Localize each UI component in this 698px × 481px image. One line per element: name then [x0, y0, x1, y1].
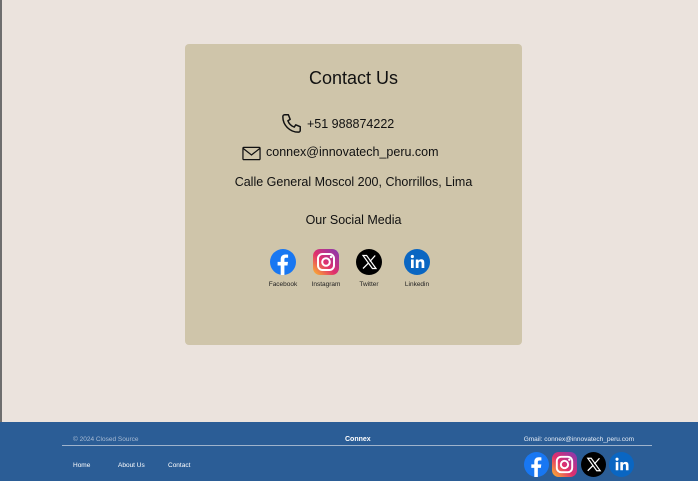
footer-brand: Connex	[345, 436, 371, 443]
social-linkedin[interactable]: Linkedin	[392, 249, 442, 288]
linkedin-icon	[404, 249, 430, 275]
twitter-x-icon	[356, 249, 382, 275]
footer-divider	[62, 445, 652, 446]
facebook-icon	[270, 249, 296, 275]
footer-nav-home[interactable]: Home	[73, 462, 90, 469]
left-border	[0, 0, 2, 422]
social-twitter[interactable]: Twitter	[344, 249, 394, 288]
instagram-icon	[313, 249, 339, 275]
facebook-icon[interactable]	[524, 452, 549, 477]
address: Calle General Moscol 200, Chorrillos, Li…	[234, 175, 473, 189]
linkedin-icon[interactable]	[609, 452, 634, 477]
instagram-icon[interactable]	[552, 452, 577, 477]
footer-nav-about-us[interactable]: About Us	[118, 462, 145, 469]
mail-icon	[242, 146, 261, 161]
social-label: Twitter	[359, 281, 379, 288]
footer-nav-contact[interactable]: Contact	[168, 462, 190, 469]
phone-icon	[282, 114, 301, 133]
phone-number[interactable]: +51 988874222	[307, 117, 394, 131]
contact-card: Contact Us +51 988874222 connex@innovate…	[185, 44, 522, 345]
copyright: © 2024 Closed Source	[73, 436, 139, 443]
footer-gmail[interactable]: Gmail: connex@innovatech_peru.com	[524, 436, 634, 443]
footer: © 2024 Closed Source Connex Gmail: conne…	[0, 422, 698, 481]
email-address[interactable]: connex@innovatech_peru.com	[266, 145, 439, 159]
social-title: Our Social Media	[305, 213, 402, 227]
twitter-x-icon[interactable]	[581, 452, 606, 477]
social-label: Linkedin	[404, 281, 430, 288]
contact-title: Contact Us	[308, 68, 399, 88]
